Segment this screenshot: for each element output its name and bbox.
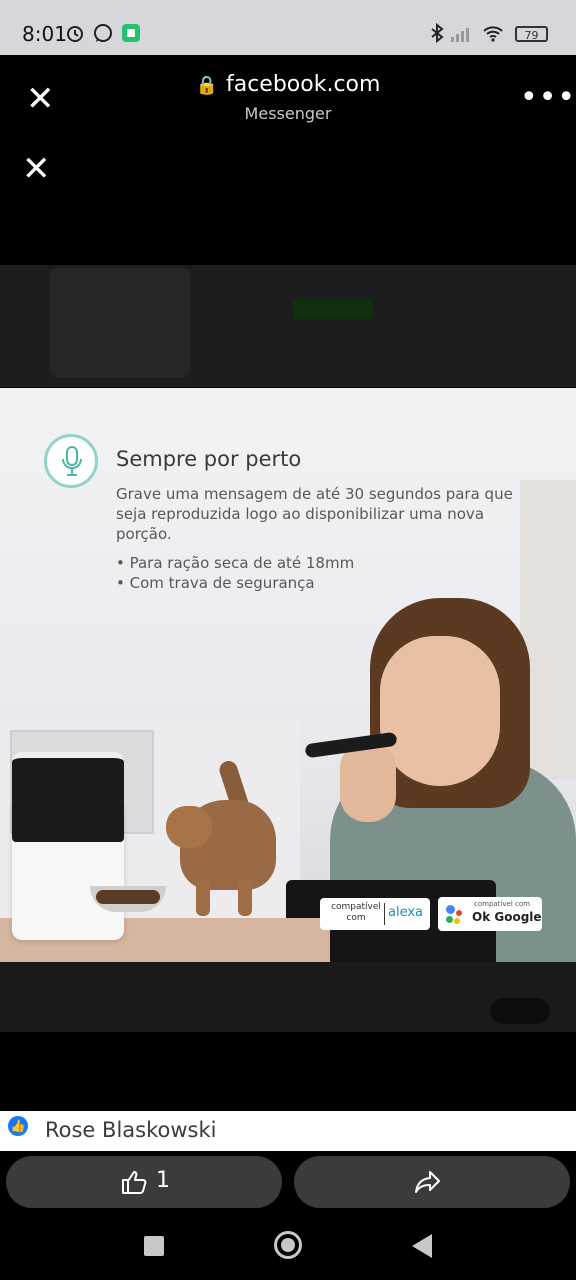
reactor-name[interactable]: Rose Blaskowski (45, 1118, 216, 1142)
google-badge-small-text: compatível com (474, 900, 530, 908)
pet-feeder-tank (12, 752, 124, 842)
share-button[interactable] (294, 1156, 570, 1208)
pet-food (96, 890, 160, 904)
domain-text: facebook.com (225, 72, 381, 97)
alexa-badge-small-text: compatível com (331, 902, 381, 923)
battery-icon: 79 (515, 26, 548, 42)
back-button[interactable] (412, 1234, 432, 1258)
whatsapp-icon (94, 24, 112, 42)
like-reaction-icon: 👍 (8, 1116, 28, 1136)
home-button-dot (281, 1238, 295, 1252)
google-assistant-badge: compatível com Ok Google (438, 897, 542, 931)
background-badge (293, 299, 373, 319)
cat-leg (196, 880, 210, 916)
lock-icon: 🔒 (195, 75, 218, 96)
ad-headline: Sempre por perto (116, 447, 302, 471)
alexa-badge: compatível com alexa (320, 898, 430, 930)
google-assistant-dot (446, 916, 453, 923)
page-domain: 🔒 facebook.com (0, 72, 576, 97)
app-notification-icon (122, 24, 140, 42)
wifi-icon (483, 26, 503, 42)
google-assistant-dot (454, 918, 460, 924)
cat-leg (238, 880, 252, 916)
like-button[interactable]: 1 (6, 1156, 282, 1208)
ad-body-text: Grave uma mensagem de até 30 segundos pa… (116, 485, 513, 543)
cat-head (166, 806, 212, 848)
microphone-icon (44, 434, 98, 488)
bluetooth-icon (431, 22, 444, 44)
like-count: 1 (156, 1168, 170, 1193)
page-subtitle: Messenger (244, 104, 332, 123)
status-time: 8:01 (22, 22, 67, 46)
recent-apps-button[interactable] (144, 1236, 164, 1256)
badge-divider (384, 903, 385, 925)
ad-bullet-1: • Para ração seca de até 18mm (116, 554, 355, 572)
woman-hand (340, 742, 396, 822)
more-options-icon[interactable]: ••• (520, 80, 576, 115)
alarm-icon (67, 26, 83, 42)
share-icon (415, 1171, 440, 1193)
close-viewer-icon[interactable]: ✕ (22, 152, 51, 186)
google-assistant-dot (456, 910, 462, 916)
background-bottom-strip (0, 962, 576, 1032)
background-product-image (50, 268, 190, 378)
signal-icon (451, 28, 469, 42)
carousel-pager (490, 998, 550, 1024)
google-assistant-icon (446, 905, 455, 914)
google-badge-text: Ok Google (472, 910, 542, 924)
thumbs-up-icon (122, 1171, 147, 1194)
ad-bullet-2: • Com trava de segurança (116, 574, 315, 592)
alexa-logo-text: alexa (388, 905, 424, 920)
woman-face (380, 636, 500, 786)
